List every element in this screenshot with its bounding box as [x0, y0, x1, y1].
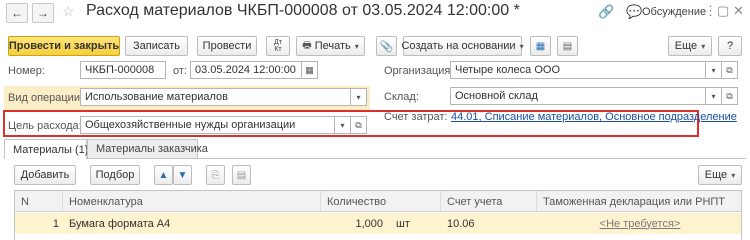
dt-kt-button[interactable]: Дт Кт: [266, 36, 290, 56]
window-title: Расход материалов ЧКБП-000008 от 03.05.2…: [86, 2, 520, 19]
column-header-account[interactable]: Счет учета: [441, 191, 537, 212]
tab-customer-materials[interactable]: Материалы заказчика: [87, 139, 208, 159]
paperclip-icon: 📎: [379, 40, 394, 53]
copy-icon: ⎘: [211, 169, 220, 181]
select-button[interactable]: Подбор: [90, 165, 140, 185]
cost-account-link[interactable]: 44.01, Списание материалов, Основное под…: [451, 111, 737, 123]
move-up-button[interactable]: ▲: [154, 165, 173, 185]
tab-materials[interactable]: Материалы (1): [4, 139, 88, 159]
help-button[interactable]: ?: [718, 36, 742, 56]
chevron-down-icon: ▾: [356, 92, 361, 102]
print-label: Печать: [314, 40, 351, 52]
copy-rows-button[interactable]: ⎘: [206, 165, 225, 185]
create-based-on-label: Создать на основании: [401, 40, 516, 52]
number-field[interactable]: ЧКБП-000008: [80, 61, 166, 79]
row-number: 1: [52, 217, 59, 230]
open-link-icon: ⧉: [726, 90, 733, 101]
table-header: N Номенклатура Количество Счет учета Там…: [15, 191, 741, 212]
post-and-close-button[interactable]: Провести и закрыть: [8, 36, 120, 56]
organization-label: Организация:: [384, 65, 454, 77]
warehouse-open-button[interactable]: ⧉: [722, 87, 738, 105]
row-quantity[interactable]: 1,000: [321, 213, 383, 234]
cost-account-label: Счет затрат:: [384, 111, 448, 123]
number-label: Номер:: [8, 65, 45, 77]
date-field[interactable]: 03.05.2024 12:00:00: [190, 61, 302, 79]
column-header-quantity[interactable]: Количество: [321, 191, 441, 212]
operation-field[interactable]: Использование материалов: [80, 88, 351, 106]
chevron-down-icon: ▾: [340, 120, 345, 130]
favorite-star-icon[interactable]: ☆: [62, 3, 75, 20]
maximize-icon[interactable]: ▢: [717, 3, 729, 19]
more-label: Еще: [674, 40, 698, 52]
list-document-icon: ▤: [562, 40, 573, 52]
row-customs[interactable]: <Не требуется>: [537, 213, 741, 234]
date-label: от:: [173, 65, 187, 77]
warehouse-label: Склад:: [384, 91, 419, 103]
calendar-button[interactable]: ▦: [302, 61, 318, 79]
add-button[interactable]: Добавить: [14, 165, 76, 185]
comment-icon[interactable]: 💬: [626, 4, 642, 20]
row-unit[interactable]: шт: [396, 213, 436, 234]
arrow-right-icon: →: [37, 6, 49, 20]
structure-icon: ▦: [535, 40, 546, 52]
warehouse-field[interactable]: Основной склад: [450, 87, 706, 105]
attach-button[interactable]: 📎: [376, 36, 397, 56]
print-button[interactable]: 🖶 Печать ▾: [296, 36, 365, 56]
close-icon[interactable]: ✕: [733, 3, 744, 19]
arrow-up-icon: ▲: [158, 169, 169, 181]
clipboard-icon: ▤: [236, 169, 247, 181]
chevron-down-icon: ▾: [711, 91, 716, 101]
dt-kt-icon: Дт Кт: [274, 39, 282, 53]
warehouse-dropdown-button[interactable]: ▾: [706, 87, 722, 105]
structure-button[interactable]: ▦: [530, 36, 551, 56]
organization-field[interactable]: Четыре колеса ООО: [450, 61, 706, 79]
help-icon: ?: [726, 40, 734, 52]
chevron-down-icon: ▾: [701, 41, 706, 51]
post-button[interactable]: Провести: [197, 36, 257, 56]
chevron-down-icon: ▾: [731, 170, 736, 180]
organization-open-button[interactable]: ⧉: [722, 61, 738, 79]
chevron-down-icon: ▾: [519, 41, 524, 51]
printer-icon: 🖶: [302, 39, 312, 51]
open-link-icon: ⧉: [355, 119, 362, 130]
purpose-label: Цель расхода:: [8, 120, 82, 132]
operation-dropdown-button[interactable]: ▾: [351, 88, 367, 106]
operation-label: Вид операции:: [8, 92, 84, 104]
paste-rows-button[interactable]: ▤: [232, 165, 251, 185]
create-based-on-button[interactable]: Создать на основании ▾: [401, 36, 524, 56]
move-down-button[interactable]: ▼: [173, 165, 192, 185]
calendar-icon: ▦: [305, 64, 314, 75]
organization-dropdown-button[interactable]: ▾: [706, 61, 722, 79]
materials-table: N Номенклатура Количество Счет учета Там…: [14, 190, 742, 240]
open-link-icon: ⧉: [726, 64, 733, 75]
column-header-n[interactable]: N: [15, 191, 63, 212]
row-account[interactable]: 10.06: [447, 213, 535, 234]
forward-button[interactable]: →: [32, 3, 54, 23]
row-item[interactable]: Бумага формата А4: [69, 213, 319, 234]
table-row[interactable]: 1 Бумага формата А4 1,000 шт 10.06 <Не т…: [15, 213, 741, 234]
chevron-down-icon: ▾: [711, 65, 716, 75]
discussion-button[interactable]: Обсуждение: [642, 6, 706, 18]
column-header-item[interactable]: Номенклатура: [63, 191, 321, 212]
table-more-label: Еще: [704, 169, 728, 181]
report-button[interactable]: ▤: [557, 36, 578, 56]
purpose-dropdown-button[interactable]: ▾: [335, 116, 351, 134]
table-more-button[interactable]: Еще ▾: [698, 165, 742, 185]
more-button[interactable]: Еще ▾: [668, 36, 712, 56]
save-button[interactable]: Записать: [125, 36, 188, 56]
back-button[interactable]: ←: [6, 3, 28, 23]
arrow-down-icon: ▼: [177, 169, 188, 181]
row-customs-link[interactable]: <Не требуется>: [600, 218, 681, 230]
link-icon[interactable]: 🔗: [598, 4, 614, 20]
column-header-customs[interactable]: Таможенная декларация или РНПТ: [537, 191, 741, 212]
purpose-open-button[interactable]: ⧉: [351, 116, 367, 134]
chevron-down-icon: ▾: [354, 41, 359, 51]
more-vertical-icon[interactable]: ⋮: [704, 3, 717, 19]
arrow-left-icon: ←: [11, 6, 23, 20]
purpose-field[interactable]: Общехозяйственные нужды организации: [80, 116, 335, 134]
